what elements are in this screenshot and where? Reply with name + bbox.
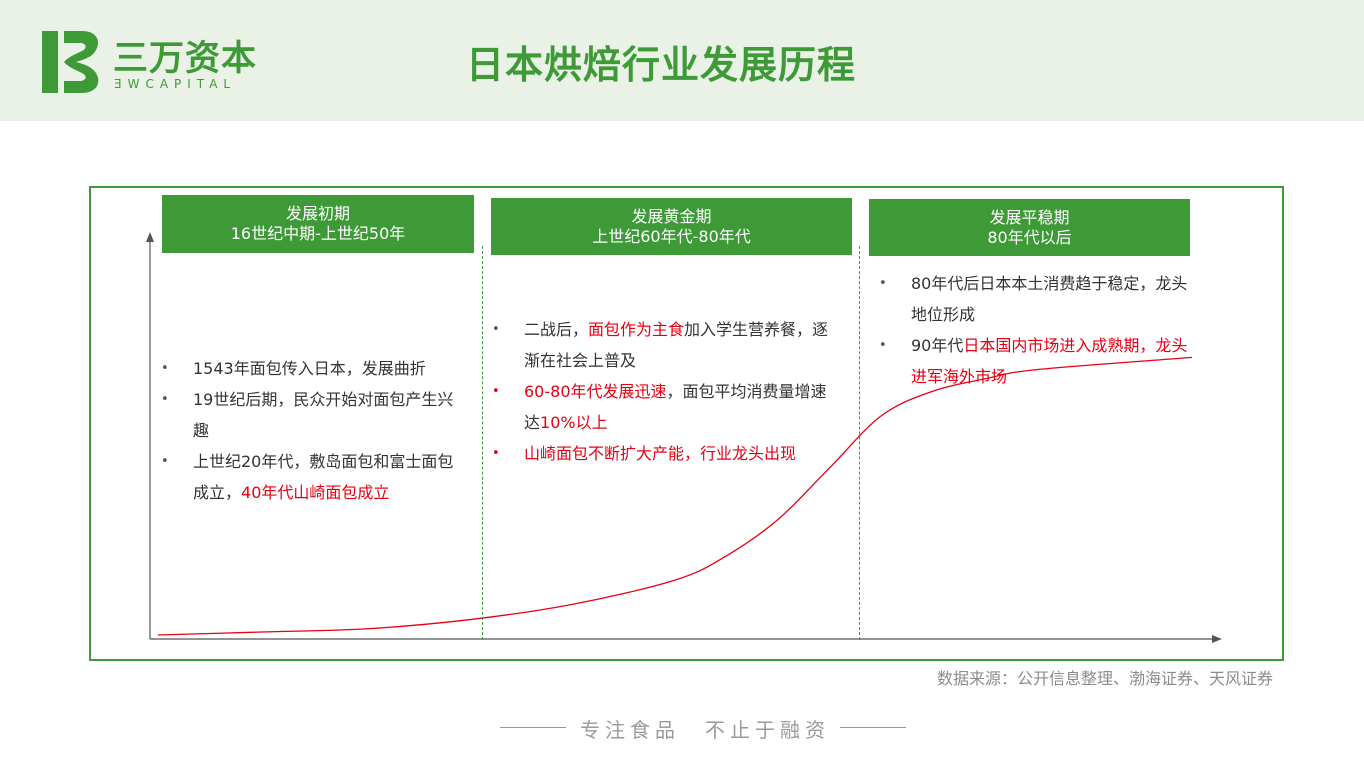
phase-box-stable: 发展平稳期 80年代以后 xyxy=(869,199,1190,256)
bullet-item: 60-80年代发展迅速，面包平均消费量增速达10%以上 xyxy=(492,376,837,438)
footer-slogan: 专注食品 不止于融资 xyxy=(500,712,906,742)
highlight-text: 面包作为主食 xyxy=(588,320,685,339)
phase-divider-1 xyxy=(482,246,483,640)
bullet-item: 1543年面包传入日本，发展曲折 xyxy=(161,353,459,384)
bullet-text: 19世纪后期，民众开始对面包产生兴趣 xyxy=(193,390,454,440)
bullet-item: 90年代日本国内市场进入成熟期，龙头进军海外市场 xyxy=(879,330,1197,392)
highlight-text: 山崎面包不断扩大产能，行业龙头出现 xyxy=(524,444,797,463)
phase-period-stable: 80年代以后 xyxy=(987,228,1072,247)
bullet-item: 上世纪20年代，敷岛面包和富士面包成立，40年代山崎面包成立 xyxy=(161,446,459,508)
bullet-text: 二战后， xyxy=(524,320,589,339)
phase-period-golden: 上世纪60年代-80年代 xyxy=(592,227,751,246)
footer-text: 专注食品 不止于融资 xyxy=(580,718,830,742)
bullet-text: 90年代 xyxy=(911,336,964,355)
footer-line-left xyxy=(500,727,566,728)
highlight-text: 40年代山崎面包成立 xyxy=(241,483,390,502)
bullet-item: 二战后，面包作为主食加入学生营养餐，逐渐在社会上普及 xyxy=(492,314,837,376)
phase-divider-2 xyxy=(859,246,860,640)
phase-period-early: 16世纪中期-上世纪50年 xyxy=(230,224,406,243)
bullet-text: 1543年面包传入日本，发展曲折 xyxy=(193,359,426,378)
phase-name-stable: 发展平稳期 xyxy=(989,208,1070,227)
bullet-item: 80年代后日本本土消费趋于稳定，龙头地位形成 xyxy=(879,268,1197,330)
x-axis-arrow-icon xyxy=(1212,635,1222,643)
phase-name-early: 发展初期 xyxy=(285,204,350,223)
bullet-item: 19世纪后期，民众开始对面包产生兴趣 xyxy=(161,384,459,446)
bullet-item: 山崎面包不断扩大产能，行业龙头出现 xyxy=(492,438,837,469)
y-axis-arrow-icon xyxy=(146,232,154,242)
phase-name-golden: 发展黄金期 xyxy=(631,207,712,226)
bullet-list-golden: 二战后，面包作为主食加入学生营养餐，逐渐在社会上普及60-80年代发展迅速，面包… xyxy=(492,314,837,469)
bullet-text: 80年代后日本本土消费趋于稳定，龙头地位形成 xyxy=(911,274,1188,324)
phase-box-early: 发展初期 16世纪中期-上世纪50年 xyxy=(162,195,474,253)
footer-line-right xyxy=(840,727,906,728)
highlight-text: 60-80年代发展迅速 xyxy=(524,382,667,401)
phase-box-golden: 发展黄金期 上世纪60年代-80年代 xyxy=(491,198,852,255)
data-source-note: 数据来源：公开信息整理、渤海证券、天风证券 xyxy=(936,669,1273,688)
bullet-list-early: 1543年面包传入日本，发展曲折 19世纪后期，民众开始对面包产生兴趣上世纪20年… xyxy=(161,353,459,508)
bullet-list-stable: 80年代后日本本土消费趋于稳定，龙头地位形成 90年代日本国内市场进入成熟期，龙头… xyxy=(879,268,1197,392)
highlight-text: 10%以上 xyxy=(540,413,608,432)
